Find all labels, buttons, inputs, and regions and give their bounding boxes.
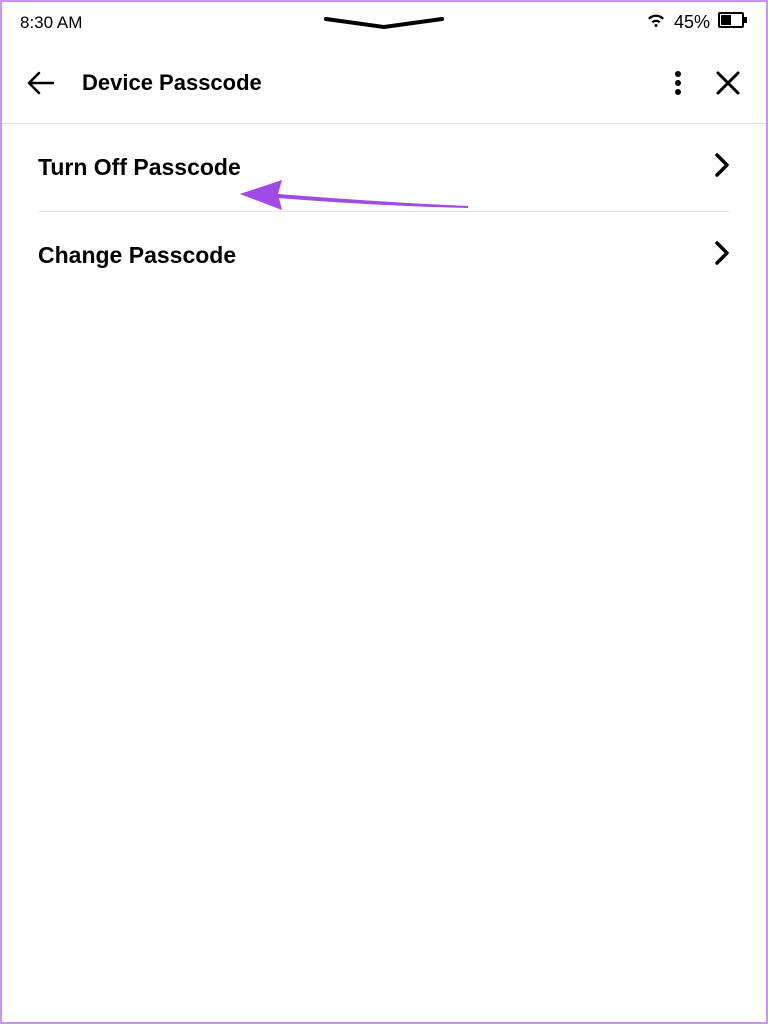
- battery-icon: [718, 12, 748, 33]
- more-options-button[interactable]: [660, 65, 696, 101]
- chevron-right-icon: [714, 240, 730, 271]
- drag-handle-icon[interactable]: [324, 16, 444, 36]
- chevron-right-icon: [714, 152, 730, 183]
- status-right: 45%: [646, 12, 748, 33]
- list-item-label: Change Passcode: [38, 242, 236, 269]
- battery-percent: 45%: [674, 12, 710, 33]
- back-button[interactable]: [22, 65, 58, 101]
- list-item-label: Turn Off Passcode: [38, 154, 241, 181]
- close-button[interactable]: [710, 65, 746, 101]
- settings-list: Turn Off Passcode Change Passcode: [2, 124, 766, 299]
- change-passcode-item[interactable]: Change Passcode: [38, 212, 730, 299]
- status-time: 8:30 AM: [20, 13, 82, 33]
- turn-off-passcode-item[interactable]: Turn Off Passcode: [38, 124, 730, 211]
- page-title: Device Passcode: [82, 70, 262, 96]
- status-bar: 8:30 AM 45%: [2, 2, 766, 37]
- nav-bar: Device Passcode: [2, 37, 766, 124]
- wifi-icon: [646, 12, 666, 33]
